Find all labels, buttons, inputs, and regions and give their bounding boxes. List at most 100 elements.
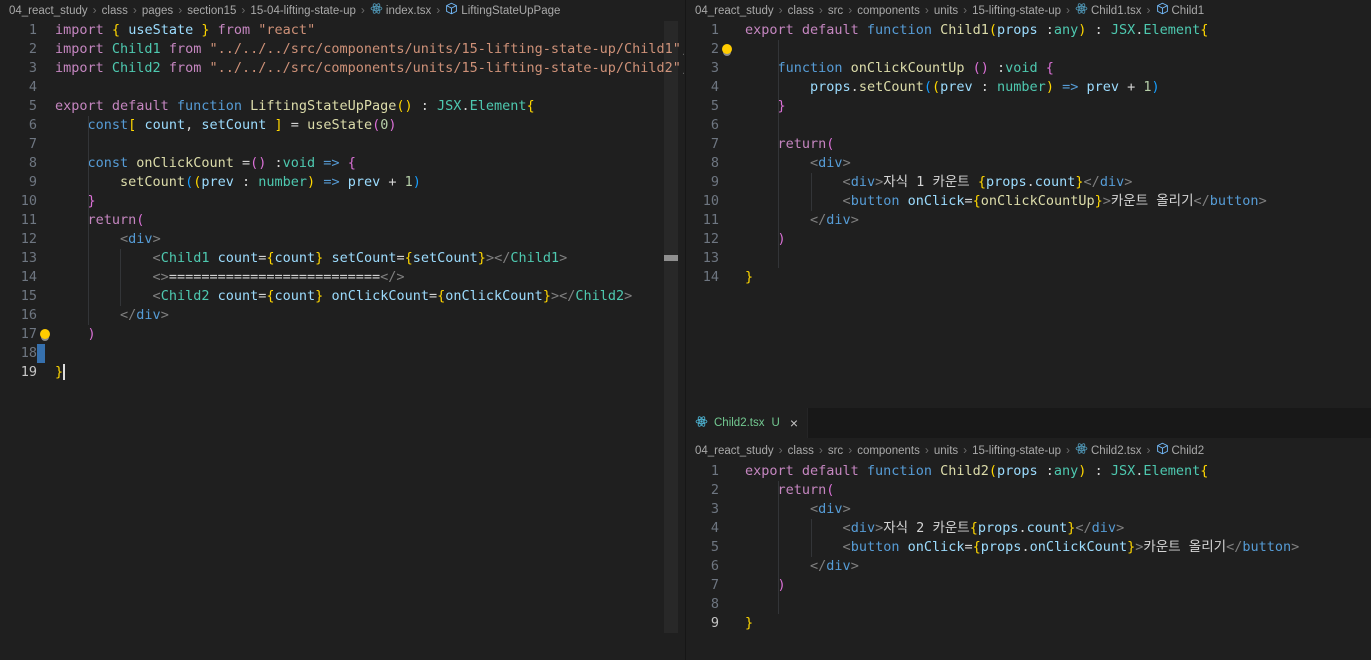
code-line[interactable]: return( (37, 211, 684, 230)
line-number[interactable]: 6 (686, 116, 719, 135)
code-line[interactable] (719, 595, 1371, 614)
lightbulb-icon[interactable] (40, 329, 50, 339)
breadcrumb-item[interactable]: units (934, 439, 958, 463)
code-line[interactable]: setCount((prev : number) => prev + 1) (37, 173, 684, 192)
code-line[interactable]: } (719, 268, 1371, 287)
breadcrumb-item[interactable]: 04_react_study (695, 1, 774, 22)
line-number[interactable]: 8 (0, 154, 37, 173)
code-row[interactable]: 1 export default function Child2(props :a… (686, 462, 1371, 481)
code-row[interactable]: 12 <div> (0, 230, 684, 249)
breadcrumb-item[interactable]: pages (142, 1, 173, 22)
breadcrumb-item[interactable]: Child2.tsx (1075, 439, 1142, 463)
breadcrumb-item[interactable]: Child2 (1156, 439, 1204, 463)
code-line[interactable]: import Child1 from "../../../src/compone… (37, 40, 684, 59)
code-row[interactable]: 7 return( (686, 135, 1371, 154)
code-line[interactable]: import Child2 from "../../../src/compone… (37, 59, 684, 78)
breadcrumb-item[interactable]: Child1 (1156, 1, 1204, 22)
line-number[interactable]: 15 (0, 287, 37, 306)
line-number[interactable]: 10 (0, 192, 37, 211)
code-line[interactable] (719, 40, 1371, 59)
code-row[interactable]: 3 import Child2 from "../../../src/compon… (0, 59, 684, 78)
code-row[interactable]: 17 ) (0, 325, 684, 344)
code-line[interactable]: <div> (719, 500, 1371, 519)
code-line[interactable] (719, 116, 1371, 135)
line-number[interactable]: 7 (686, 135, 719, 154)
line-number[interactable]: 12 (0, 230, 37, 249)
code-row[interactable]: 2 (686, 40, 1371, 59)
line-number[interactable]: 19 (0, 363, 37, 382)
line-number[interactable]: 7 (0, 135, 37, 154)
code-line[interactable]: } (719, 614, 1371, 633)
code-line[interactable]: <button onClick={onClickCountUp}>카운트 올리기… (719, 192, 1371, 211)
line-number[interactable]: 9 (686, 173, 719, 192)
code-row[interactable]: 5 export default function LiftingStateUpP… (0, 97, 684, 116)
code-line[interactable]: <button onClick={props.onClickCount}>카운트… (719, 538, 1371, 557)
line-number[interactable]: 4 (0, 78, 37, 97)
line-number[interactable]: 4 (686, 519, 719, 538)
line-number[interactable]: 2 (0, 40, 37, 59)
breadcrumb-item[interactable]: 15-04-lifting-state-up (250, 1, 355, 22)
code-line[interactable]: } (37, 192, 684, 211)
code-line[interactable]: <div> (37, 230, 684, 249)
line-number[interactable]: 6 (0, 116, 37, 135)
code-row[interactable]: 10 } (0, 192, 684, 211)
code-row[interactable]: 8 (686, 595, 1371, 614)
code-row[interactable]: 11 </div> (686, 211, 1371, 230)
line-number[interactable]: 10 (686, 192, 719, 211)
code-row[interactable]: 13 (686, 249, 1371, 268)
code-row[interactable]: 7 ) (686, 576, 1371, 595)
code-row[interactable]: 15 <Child2 count={count} onClickCount={o… (0, 287, 684, 306)
code-row[interactable]: 1 import { useState } from "react" (0, 21, 684, 40)
code-line[interactable]: const[ count, setCount ] = useState(0) (37, 116, 684, 135)
scrollbar[interactable] (664, 21, 678, 633)
breadcrumb-item[interactable]: class (788, 439, 814, 463)
code-line[interactable]: <Child1 count={count} setCount={setCount… (37, 249, 684, 268)
code-row[interactable]: 14 <>==========================</> (0, 268, 684, 287)
code-line[interactable]: export default function Child1(props :an… (719, 21, 1371, 40)
line-number[interactable]: 6 (686, 557, 719, 576)
code-line[interactable]: props.setCount((prev : number) => prev +… (719, 78, 1371, 97)
line-number[interactable]: 16 (0, 306, 37, 325)
line-number[interactable]: 5 (0, 97, 37, 116)
breadcrumb-item[interactable]: components (857, 439, 920, 463)
code-row[interactable]: 9 <div>자식 1 카운트 {props.count}</div> (686, 173, 1371, 192)
line-number[interactable]: 12 (686, 230, 719, 249)
code-line[interactable]: <>==========================</> (37, 268, 684, 287)
line-number[interactable]: 1 (686, 462, 719, 481)
breadcrumb-item[interactable]: class (102, 1, 128, 22)
breadcrumb-item[interactable]: components (857, 1, 920, 22)
line-number[interactable]: 1 (0, 21, 37, 40)
line-number[interactable]: 7 (686, 576, 719, 595)
line-number[interactable]: 11 (0, 211, 37, 230)
code-line[interactable] (37, 78, 684, 97)
code-line[interactable]: export default function LiftingStateUpPa… (37, 97, 684, 116)
breadcrumb-item[interactable]: 04_react_study (695, 439, 774, 463)
breadcrumb-item[interactable]: 04_react_study (9, 1, 88, 22)
code-row[interactable]: 2 import Child1 from "../../../src/compon… (0, 40, 684, 59)
line-number[interactable]: 18 (0, 344, 37, 363)
code-row[interactable]: 13 <Child1 count={count} setCount={setCo… (0, 249, 684, 268)
code-row[interactable]: 8 <div> (686, 154, 1371, 173)
breadcrumb-item[interactable]: src (828, 439, 843, 463)
code-row[interactable]: 11 return( (0, 211, 684, 230)
code-line[interactable]: <div> (719, 154, 1371, 173)
line-number[interactable]: 9 (0, 173, 37, 192)
line-number[interactable]: 5 (686, 538, 719, 557)
line-number[interactable]: 3 (686, 59, 719, 78)
line-number[interactable]: 11 (686, 211, 719, 230)
line-number[interactable]: 2 (686, 481, 719, 500)
line-number[interactable]: 9 (686, 614, 719, 633)
code-line[interactable]: } (719, 97, 1371, 116)
code-row[interactable]: 5 <button onClick={props.onClickCount}>카… (686, 538, 1371, 557)
code-line[interactable]: <div>자식 1 카운트 {props.count}</div> (719, 173, 1371, 192)
lightbulb-icon[interactable] (722, 44, 732, 54)
code-row[interactable]: 3 function onClickCountUp () :void { (686, 59, 1371, 78)
code-row[interactable]: 10 <button onClick={onClickCountUp}>카운트 … (686, 192, 1371, 211)
line-number[interactable]: 3 (686, 500, 719, 519)
line-number[interactable]: 14 (0, 268, 37, 287)
breadcrumb-item[interactable]: LiftingStateUpPage (445, 1, 560, 22)
line-number[interactable]: 14 (686, 268, 719, 287)
line-number[interactable]: 8 (686, 154, 719, 173)
code-row[interactable]: 9 setCount((prev : number) => prev + 1) (0, 173, 684, 192)
code-row[interactable]: 6 const[ count, setCount ] = useState(0) (0, 116, 684, 135)
